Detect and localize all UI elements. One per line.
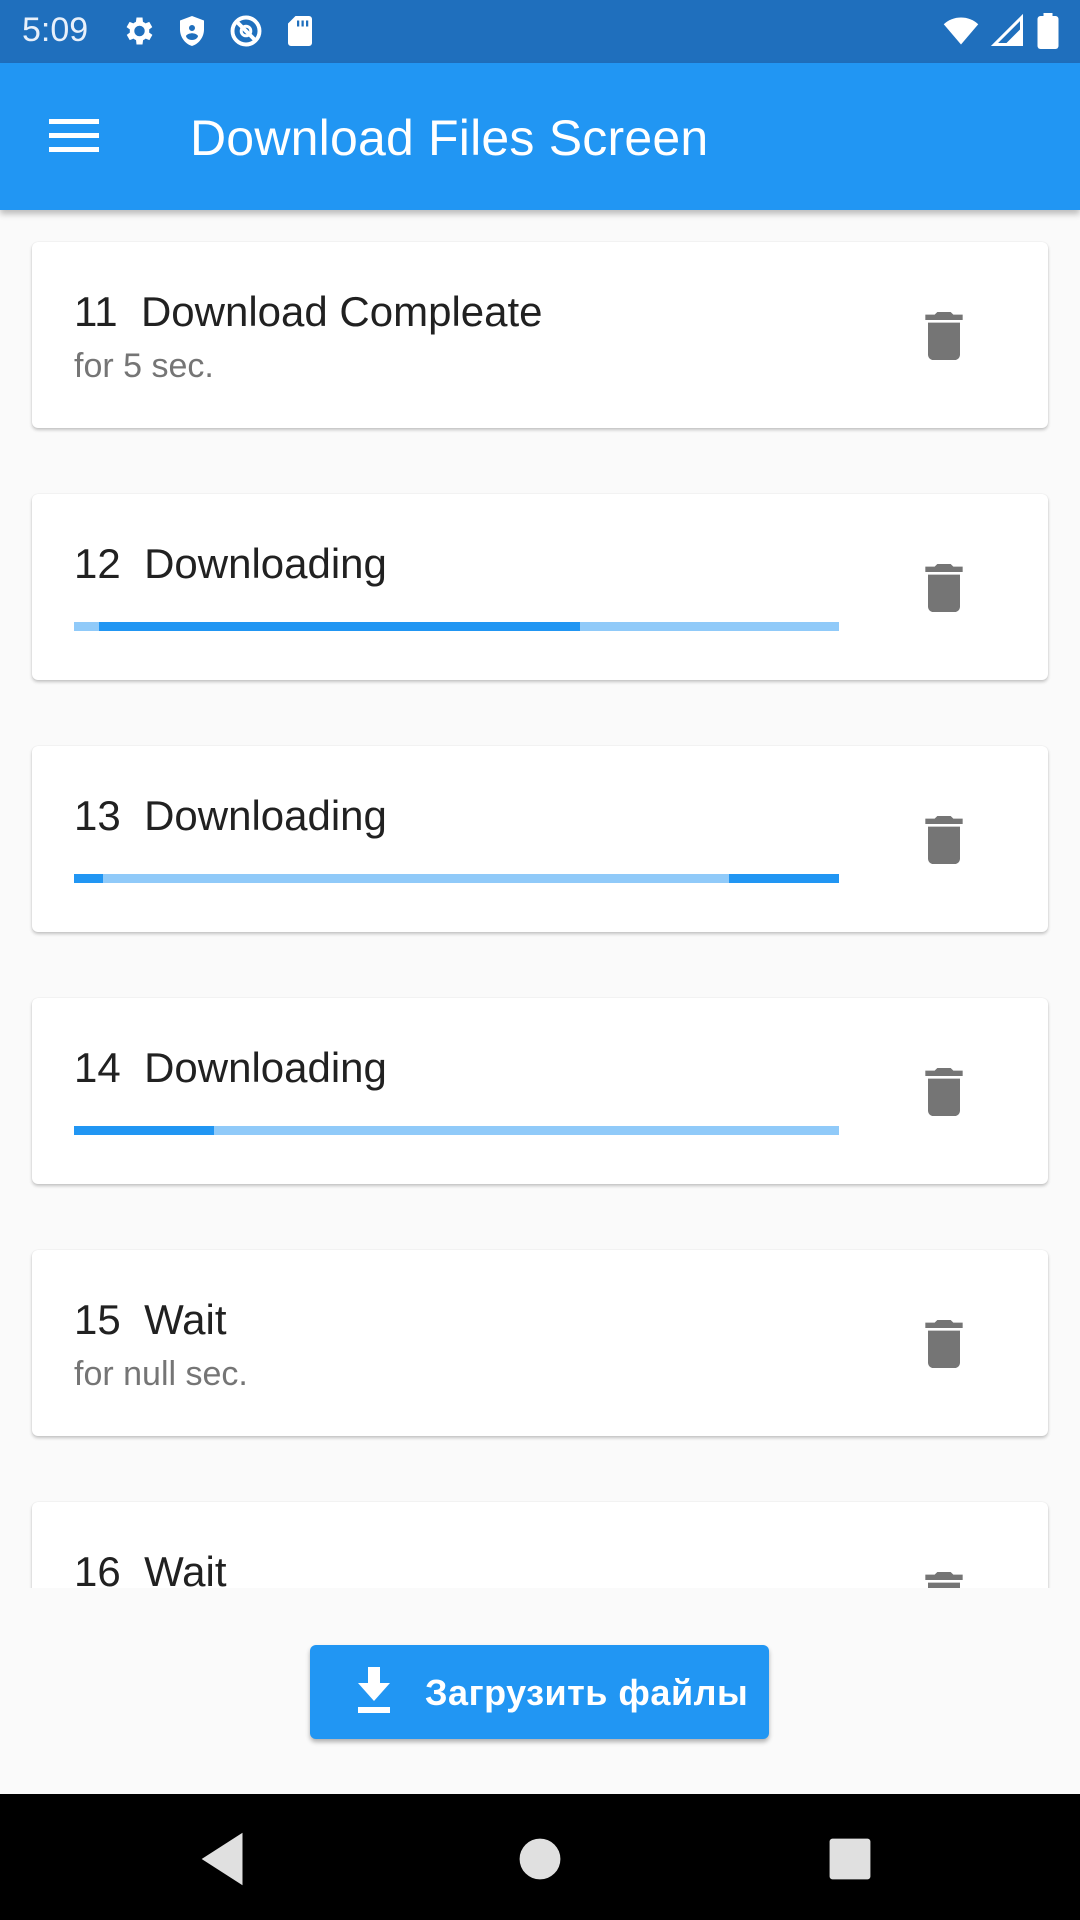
status-icons-left xyxy=(120,13,318,49)
item-subtitle: for null sec. xyxy=(74,1355,248,1393)
item-title: 16 Wait xyxy=(74,1548,227,1588)
item-number: 16 xyxy=(74,1548,121,1588)
trash-icon xyxy=(912,1564,976,1588)
item-title: 11 Download Compleate xyxy=(74,288,543,336)
download-files-label: Загрузить файлы xyxy=(425,1672,749,1713)
recents-button[interactable] xyxy=(815,1824,885,1894)
trash-icon xyxy=(912,1312,976,1376)
progress-bar xyxy=(74,622,839,631)
list-item: 11 Download Compleate for 5 sec. xyxy=(32,242,1048,428)
list-item: 14 Downloading xyxy=(32,998,1048,1184)
list-item: 12 Downloading xyxy=(32,494,1048,680)
do-not-disturb-icon xyxy=(228,13,264,49)
battery-icon xyxy=(1036,13,1060,49)
download-icon xyxy=(352,1667,396,1722)
recents-icon xyxy=(815,1824,885,1894)
delete-button[interactable] xyxy=(912,808,976,872)
sd-card-icon xyxy=(282,13,318,49)
item-title: 14 Downloading xyxy=(74,1044,387,1092)
progress-bar xyxy=(74,874,839,883)
item-subtitle: for 5 sec. xyxy=(74,347,214,385)
delete-button[interactable] xyxy=(912,1060,976,1124)
item-status: Wait xyxy=(144,1548,227,1588)
delete-button[interactable] xyxy=(912,1312,976,1376)
list-item: 16 Wait xyxy=(32,1502,1048,1588)
progress-indicator xyxy=(74,874,103,883)
list-item: 13 Downloading xyxy=(32,746,1048,932)
progress-bar xyxy=(74,1126,839,1135)
trash-icon xyxy=(912,556,976,620)
item-status: Downloading xyxy=(144,1044,387,1091)
progress-indicator xyxy=(729,874,839,883)
navigation-bar xyxy=(0,1794,1080,1920)
status-icons-right xyxy=(942,13,1060,49)
download-files-button[interactable]: Загрузить файлы xyxy=(310,1645,769,1739)
item-number: 15 xyxy=(74,1296,121,1343)
item-status: Downloading xyxy=(144,540,387,587)
home-icon xyxy=(505,1824,575,1894)
delete-button[interactable] xyxy=(912,304,976,368)
cell-signal-icon xyxy=(990,13,1026,49)
item-number: 13 xyxy=(74,792,121,839)
trash-icon xyxy=(912,1060,976,1124)
app-bar: Download Files Screen xyxy=(0,63,1080,210)
list-item: 15 Wait for null sec. xyxy=(32,1250,1048,1436)
item-status: Wait xyxy=(144,1296,227,1343)
progress-indicator xyxy=(74,1126,214,1135)
item-number: 14 xyxy=(74,1044,121,1091)
item-status: Downloading xyxy=(144,792,387,839)
hamburger-menu-icon xyxy=(38,117,110,153)
delete-button[interactable] xyxy=(912,556,976,620)
back-button[interactable] xyxy=(190,1824,260,1894)
page-title: Download Files Screen xyxy=(190,110,709,166)
progress-indicator xyxy=(99,622,580,631)
status-bar: 5:09 xyxy=(0,0,1080,63)
trash-icon xyxy=(912,304,976,368)
item-title: 13 Downloading xyxy=(74,792,387,840)
item-number: 11 xyxy=(74,288,118,335)
status-time: 5:09 xyxy=(22,11,89,49)
trash-icon xyxy=(912,808,976,872)
home-button[interactable] xyxy=(505,1824,575,1894)
shield-icon xyxy=(174,13,210,49)
item-status: Download Compleate xyxy=(140,288,543,335)
download-list[interactable]: 11 Download Compleate for 5 sec. 12 Down… xyxy=(0,210,1080,1588)
settings-icon xyxy=(120,13,156,49)
item-title: 15 Wait xyxy=(74,1296,227,1344)
item-number: 12 xyxy=(74,540,121,587)
item-title: 12 Downloading xyxy=(74,540,387,588)
back-icon xyxy=(190,1824,260,1894)
menu-button[interactable] xyxy=(38,107,110,167)
delete-button[interactable] xyxy=(912,1564,976,1588)
wifi-icon xyxy=(942,13,980,49)
